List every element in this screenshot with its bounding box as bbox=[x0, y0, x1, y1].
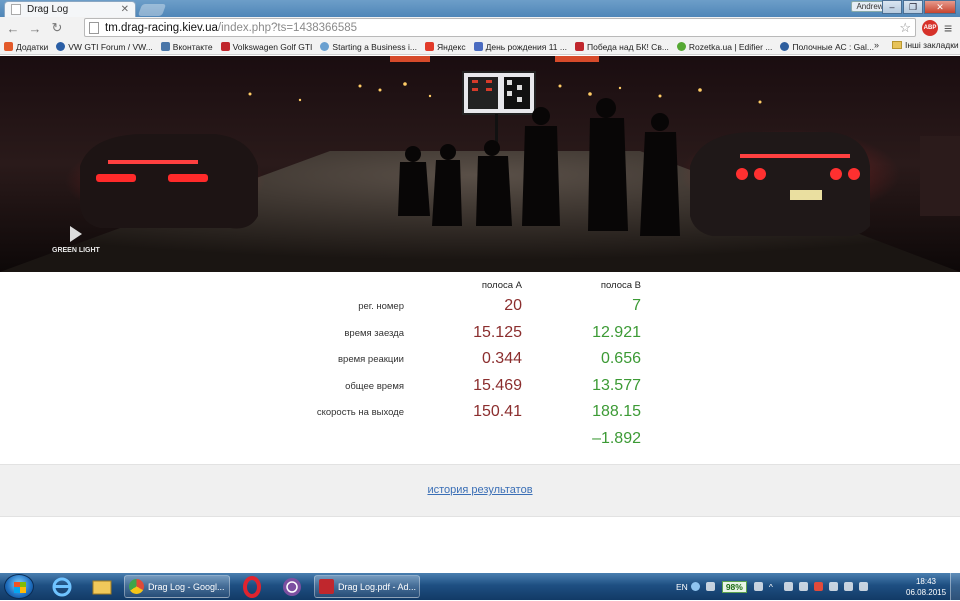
internet-explorer-icon[interactable] bbox=[44, 575, 80, 598]
lane-a-reaction-value: 0.344 bbox=[481, 350, 522, 367]
language-indicator[interactable]: EN bbox=[676, 582, 688, 592]
browser-tab[interactable]: Drag Log ✕ bbox=[4, 1, 136, 17]
cloud-icon[interactable] bbox=[705, 582, 715, 591]
maximize-button[interactable]: ❐ bbox=[903, 0, 923, 14]
chrome-icon bbox=[129, 579, 144, 594]
bookmarks-bar: Додатки VW GTI Forum / VW... Вконтакте V… bbox=[0, 39, 960, 55]
row-label-total-time: общее время bbox=[345, 381, 404, 392]
taskbar-chrome-window[interactable]: Drag Log - Googl... bbox=[124, 575, 230, 598]
tab-title: Drag Log bbox=[27, 4, 69, 15]
minimize-button[interactable]: – bbox=[882, 0, 902, 14]
bookmark-item[interactable]: День рождения 11 ... bbox=[470, 42, 571, 52]
show-desktop-button[interactable] bbox=[950, 573, 960, 600]
url-host: tm.drag-racing.kiev.ua bbox=[105, 21, 218, 34]
bookmark-star-icon[interactable]: ☆ bbox=[899, 20, 911, 36]
close-tab-icon[interactable]: ✕ bbox=[121, 4, 129, 15]
lane-a-total-time-value: 15.469 bbox=[473, 377, 522, 394]
row-label-run-time: время заезда bbox=[344, 328, 404, 339]
results-history-link[interactable]: история результатов bbox=[0, 484, 960, 496]
lane-a-run-time-value: 15.125 bbox=[473, 324, 522, 341]
system-clock[interactable]: 18:43 06.08.2015 bbox=[906, 576, 946, 598]
address-bar[interactable]: tm.drag-racing.kiev.ua/index.php?ts=1438… bbox=[84, 18, 916, 37]
viber-icon[interactable] bbox=[274, 575, 310, 598]
page-footer: история результатов bbox=[0, 464, 960, 517]
help-icon[interactable] bbox=[690, 582, 700, 591]
bookmark-item[interactable]: VW GTI Forum / VW... bbox=[52, 42, 157, 52]
usb-icon[interactable] bbox=[753, 582, 763, 591]
row-label-plate: рег. номер bbox=[358, 301, 404, 312]
page-icon bbox=[89, 21, 99, 34]
rozetka-icon bbox=[676, 42, 686, 51]
pdf-icon bbox=[319, 579, 334, 594]
bookmark-item[interactable]: Starting a Business i... bbox=[316, 42, 421, 52]
display-icon[interactable] bbox=[828, 582, 838, 591]
windows-taskbar: Drag Log - Googl... Drag Log.pdf - Ad...… bbox=[0, 573, 960, 600]
menu-icon[interactable]: ≡ bbox=[944, 20, 952, 36]
clock-date: 06.08.2015 bbox=[906, 588, 947, 597]
url-path: /index.php?ts=1438366585 bbox=[217, 21, 358, 34]
grid-icon bbox=[473, 42, 483, 51]
back-arrow-icon[interactable]: ← bbox=[4, 21, 22, 36]
lane-a-plate-value: 20 bbox=[504, 297, 522, 314]
lane-b-plate-value: 7 bbox=[632, 297, 641, 314]
close-window-button[interactable]: ✕ bbox=[924, 0, 956, 14]
window-controls: – ❐ ✕ bbox=[881, 0, 956, 14]
security-icon[interactable] bbox=[813, 582, 823, 591]
drive2-icon bbox=[220, 42, 230, 51]
row-label-reaction: время реакции bbox=[338, 354, 404, 365]
lane-a-exit-speed-value: 150.41 bbox=[473, 403, 522, 420]
taskbar-pdf-window[interactable]: Drag Log.pdf - Ad... bbox=[314, 575, 420, 598]
bookmark-item[interactable]: Полочные АС : Gal... bbox=[776, 42, 878, 52]
more-bookmarks-button[interactable]: » bbox=[874, 40, 879, 50]
apps-icon bbox=[4, 42, 13, 51]
volume-icon[interactable] bbox=[858, 582, 868, 591]
lane-b-run-time-value: 12.921 bbox=[592, 324, 641, 341]
lane-b-total-time-value: 13.577 bbox=[592, 377, 641, 394]
lane-a-header: полоса A bbox=[481, 280, 522, 291]
hero-logo-text: GREEN LIGHT bbox=[52, 247, 101, 254]
lane-b-reaction-value: 0.656 bbox=[600, 350, 641, 367]
clock-time: 18:43 bbox=[915, 577, 937, 586]
wifi-icon bbox=[320, 42, 330, 51]
folder-icon bbox=[892, 41, 902, 49]
reload-icon[interactable]: ↻ bbox=[48, 20, 66, 36]
bookmark-item[interactable]: Яндекс bbox=[421, 42, 470, 52]
flag-icon[interactable] bbox=[798, 582, 808, 591]
time-difference-value: –1.892 bbox=[592, 430, 641, 447]
chevron-up-icon[interactable]: ^ bbox=[769, 582, 778, 592]
forum-icon bbox=[780, 42, 790, 51]
bookmark-item[interactable]: Volkswagen Golf GTI bbox=[217, 42, 317, 52]
opera-icon[interactable] bbox=[234, 575, 270, 598]
windows-logo-icon bbox=[14, 582, 26, 593]
bookmark-item[interactable]: Вконтакте bbox=[157, 42, 217, 52]
lane-b-header: полоса B bbox=[600, 280, 641, 291]
hero-banner-photo: GREEN LIGHT bbox=[0, 56, 960, 272]
other-bookmarks-folder[interactable]: Інші закладки bbox=[892, 40, 959, 50]
bookmark-item[interactable]: Победа над БК! Св... bbox=[571, 42, 673, 52]
system-tray: EN 98% ^ bbox=[676, 573, 871, 600]
bookmark-item[interactable]: Rozetka.ua | Edifier ... bbox=[673, 42, 776, 52]
forward-arrow-icon[interactable]: → bbox=[26, 21, 44, 36]
network-icon[interactable] bbox=[783, 582, 793, 591]
window-titlebar: Drag Log ✕ Andrew – ❐ ✕ bbox=[0, 0, 960, 17]
start-button[interactable] bbox=[4, 574, 34, 599]
battery-indicator[interactable]: 98% bbox=[721, 580, 747, 593]
lane-b-exit-speed-value: 188.15 bbox=[592, 403, 641, 420]
yandex-icon bbox=[425, 42, 434, 51]
vw-icon bbox=[56, 42, 66, 51]
new-tab-button[interactable] bbox=[137, 4, 167, 16]
file-explorer-icon[interactable] bbox=[84, 575, 120, 598]
signal-icon[interactable] bbox=[843, 582, 853, 591]
bookmark-item[interactable]: Додатки bbox=[0, 42, 52, 52]
row-label-exit-speed: скорость на выходе bbox=[316, 407, 404, 418]
vk-icon bbox=[160, 42, 170, 51]
drive2-icon bbox=[574, 42, 584, 51]
browser-toolbar: ← → ↻ tm.drag-racing.kiev.ua/index.php?t… bbox=[0, 17, 960, 39]
results-table: полоса A полоса B рег. номер 20 7 время … bbox=[0, 272, 960, 464]
page-icon bbox=[11, 4, 21, 15]
adblock-extension-icon[interactable]: ABP bbox=[922, 20, 938, 36]
